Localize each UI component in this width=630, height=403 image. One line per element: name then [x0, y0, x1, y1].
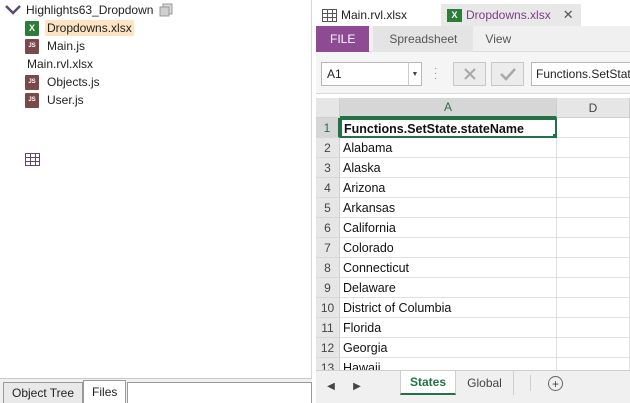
grid-cell[interactable]	[557, 178, 630, 198]
grid-cell[interactable]	[557, 318, 630, 338]
tab-files[interactable]: Files	[83, 380, 127, 403]
copy-icon[interactable]	[159, 3, 173, 17]
row-header[interactable]: 10	[316, 298, 340, 318]
grid-file-icon	[322, 8, 337, 22]
sheet-tab-states[interactable]: States	[400, 371, 456, 395]
row-header[interactable]: 6	[316, 218, 340, 238]
tab-object-tree[interactable]: Object Tree	[3, 382, 84, 403]
file-label: Dropdowns.xlsx	[45, 20, 134, 36]
grid-cell[interactable]: Alaska	[340, 158, 557, 178]
cancel-icon	[463, 68, 476, 80]
row-header[interactable]: 7	[316, 238, 340, 258]
excel-file-icon: X	[447, 8, 462, 22]
grid-cell[interactable]: Alabama	[340, 138, 557, 158]
file-label: Main.js	[47, 39, 86, 53]
dropdown-arrow-icon[interactable]: ▼	[408, 63, 421, 85]
tab-view[interactable]: View	[473, 26, 523, 52]
sheet-tab-bar: ◀ ▶ States Global +	[316, 370, 630, 403]
grid-cell[interactable]	[557, 278, 630, 298]
row-header[interactable]: 1	[316, 118, 340, 138]
project-name: Highlights63_Dropdown	[26, 3, 154, 17]
spreadsheet-grid[interactable]: A D 1 Functions.SetState.stateName 2 Alabam…	[316, 98, 630, 370]
grid-cell[interactable]	[557, 298, 630, 318]
file-user-js[interactable]: JS User.js	[25, 91, 86, 109]
cancel-button[interactable]	[453, 62, 486, 86]
grid-cell[interactable]	[557, 218, 630, 238]
document-tabs: Main.rvl.xlsx X Dropdowns.xlsx ✕	[316, 4, 630, 26]
formula-bar: A1 ▼ ··· Functions.SetState.stateName	[316, 52, 630, 94]
doc-tab-label: Dropdowns.xlsx	[466, 8, 551, 22]
grid-cell[interactable]	[557, 158, 630, 178]
row-header[interactable]: 2	[316, 138, 340, 158]
drag-handle-icon[interactable]: · · ·	[434, 64, 437, 84]
grid-cell[interactable]: Florida	[340, 318, 557, 338]
js-file-icon: JS	[25, 74, 39, 90]
grid-cell[interactable]: Hawaii	[340, 358, 557, 370]
file-label: User.js	[47, 93, 84, 107]
project-explorer: Highlights63_Dropdown X Dropdowns.xlsx J…	[0, 0, 312, 403]
formula-input[interactable]: Functions.SetState.stateName	[531, 62, 630, 86]
chevron-down-icon[interactable]	[0, 1, 26, 19]
row-header[interactable]: 9	[316, 278, 340, 298]
grid-cell[interactable]	[557, 118, 630, 138]
file-menu-tab[interactable]: FILE	[316, 26, 370, 52]
grid-cell[interactable]: Colorado	[340, 238, 557, 258]
row-header[interactable]: 8	[316, 258, 340, 278]
previous-sheet-icon[interactable]: ◀	[324, 379, 338, 393]
grid-cell[interactable]	[557, 198, 630, 218]
file-label: Objects.js	[47, 75, 100, 89]
next-sheet-icon[interactable]: ▶	[350, 379, 364, 393]
file-dropdowns-xlsx[interactable]: X Dropdowns.xlsx	[25, 19, 134, 37]
grid-cell[interactable]	[557, 138, 630, 158]
js-file-icon: JS	[25, 92, 39, 108]
grid-cell[interactable]	[557, 238, 630, 258]
grid-cell[interactable]: Georgia	[340, 338, 557, 358]
tab-bar-filler	[127, 382, 312, 403]
close-icon[interactable]: ✕	[563, 7, 574, 23]
row-header[interactable]: 5	[316, 198, 340, 218]
grid-cell[interactable]	[557, 358, 630, 370]
name-box[interactable]: A1 ▼	[321, 62, 422, 86]
row-header[interactable]: 11	[316, 318, 340, 338]
file-main-js[interactable]: JS Main.js	[25, 37, 87, 55]
doc-tab-main-rvl[interactable]: Main.rvl.xlsx	[316, 4, 413, 26]
excel-file-icon: X	[25, 20, 39, 36]
row-header[interactable]: 4	[316, 178, 340, 198]
row-header[interactable]: 12	[316, 338, 340, 358]
cell-reference: A1	[327, 67, 342, 81]
bottom-tab-bar: Object Tree Files	[0, 378, 312, 403]
grid-cell[interactable]	[557, 258, 630, 278]
file-label: Main.rvl.xlsx	[27, 57, 94, 71]
check-icon	[499, 68, 516, 81]
file-objects-js[interactable]: JS Objects.js	[25, 73, 102, 91]
ribbon-tabs: FILE Spreadsheet View	[316, 26, 630, 52]
grid-cell[interactable]: Connecticut	[340, 258, 557, 278]
divider	[530, 375, 531, 391]
grid-cell[interactable]: District of Columbia	[340, 298, 557, 318]
js-file-icon: JS	[25, 38, 39, 54]
doc-tab-dropdowns[interactable]: X Dropdowns.xlsx ✕	[441, 4, 581, 26]
sheet-tab-global[interactable]: Global	[456, 371, 514, 395]
row-header[interactable]: 3	[316, 158, 340, 178]
editor-panel: Main.rvl.xlsx X Dropdowns.xlsx ✕ FILE Sp…	[316, 0, 630, 403]
add-sheet-icon[interactable]: +	[548, 376, 563, 391]
grid-cell[interactable]: Arizona	[340, 178, 557, 198]
doc-tab-label: Main.rvl.xlsx	[341, 8, 408, 22]
grid-cell[interactable]	[557, 338, 630, 358]
file-main-rvl-xlsx[interactable]: Main.rvl.xlsx	[25, 55, 95, 166]
tab-spreadsheet[interactable]: Spreadsheet	[373, 26, 474, 52]
column-header-d[interactable]: D	[557, 98, 630, 118]
project-root[interactable]: Highlights63_Dropdown	[0, 1, 173, 19]
grid-file-icon	[25, 153, 40, 166]
grid-cell[interactable]: California	[340, 218, 557, 238]
select-all-corner[interactable]	[316, 98, 340, 118]
confirm-button[interactable]	[491, 62, 524, 86]
grid-cell[interactable]: Arkansas	[340, 198, 557, 218]
grid-cell[interactable]: Delaware	[340, 278, 557, 298]
row-header[interactable]: 13	[316, 358, 340, 370]
active-cell[interactable]: Functions.SetState.stateName	[340, 118, 557, 138]
column-header-a[interactable]: A	[340, 98, 557, 118]
